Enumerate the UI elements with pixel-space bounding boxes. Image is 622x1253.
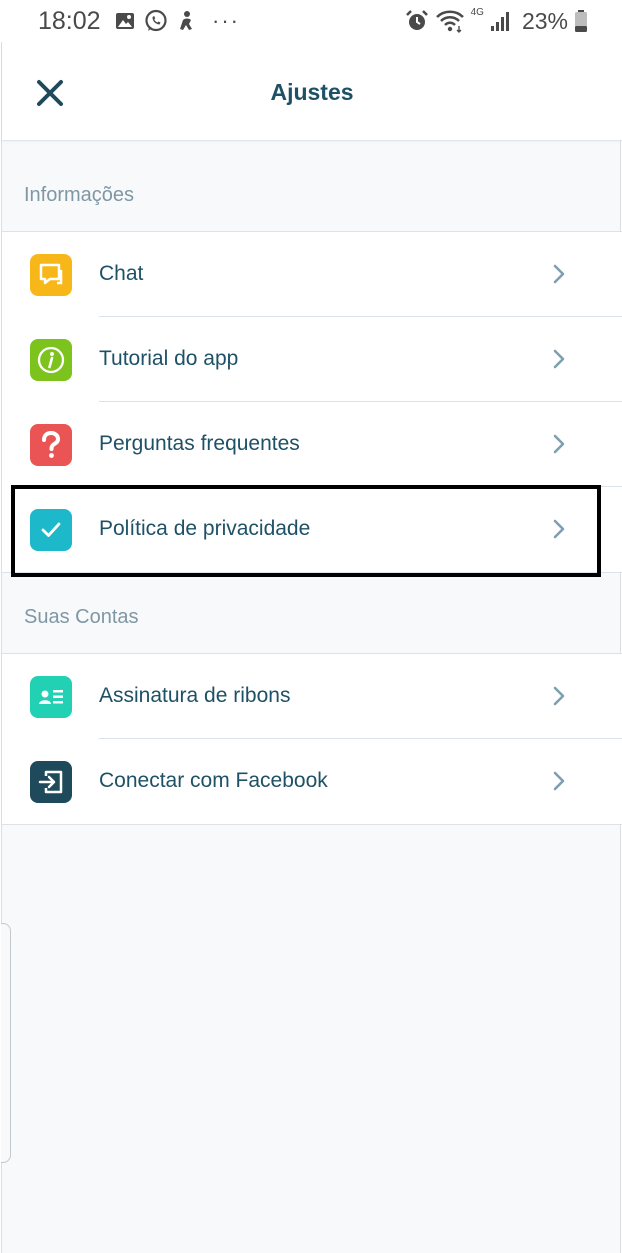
informacoes-group: Chat Tutorial do app Perguntas frequente… (2, 231, 622, 573)
app-header: Ajustes (2, 42, 622, 141)
question-icon (30, 424, 72, 466)
wifi-icon (435, 10, 464, 33)
section-label-informacoes: Informações (24, 184, 135, 206)
image-icon (116, 13, 134, 29)
info-icon (30, 339, 72, 381)
settings-item-label: Tutorial do app (99, 347, 239, 370)
system-icons: 4G 23% (405, 7, 588, 34)
settings-item-label: Chat (99, 262, 144, 285)
settings-item-subscription[interactable]: Assinatura de ribons (2, 654, 622, 739)
battery-icon (575, 10, 587, 32)
settings-item-label: Assinatura de ribons (99, 684, 291, 707)
settings-screen: Ajustes Informações Chat Tutorial do app… (1, 42, 622, 1253)
check-icon (30, 509, 72, 551)
settings-item-label: Perguntas frequentes (99, 432, 300, 455)
settings-item-connect-facebook[interactable]: Conectar com Facebook (2, 739, 622, 824)
status-time: 18:02 (38, 7, 101, 35)
settings-item-faq[interactable]: Perguntas frequentes (2, 402, 622, 487)
chat-icon (30, 254, 72, 296)
settings-item-chat[interactable]: Chat (2, 232, 622, 317)
alarm-icon (405, 10, 428, 30)
notification-icons: ··· (115, 9, 240, 33)
edge-panel-handle[interactable] (1, 923, 11, 1163)
battery-percentage: 23% (521, 7, 568, 34)
page-title: Ajustes (270, 79, 354, 105)
settings-item-label: Conectar com Facebook (99, 769, 328, 792)
chevron-right-icon (553, 264, 565, 284)
signal-icon (490, 12, 509, 31)
id-card-icon (30, 676, 72, 718)
chevron-right-icon (553, 434, 565, 454)
network-type: 4G (470, 7, 484, 18)
settings-item-label: Política de privacidade (99, 517, 311, 540)
section-label-suas-contas: Suas Contas (24, 606, 139, 628)
fitness-icon (180, 11, 192, 30)
settings-item-tutorial[interactable]: Tutorial do app (2, 317, 622, 402)
suas-contas-group: Assinatura de ribons Conectar com Facebo… (2, 653, 622, 825)
whatsapp-icon (145, 9, 167, 32)
chevron-right-icon (553, 771, 565, 791)
more-notifications: ··· (212, 8, 240, 33)
login-icon (30, 761, 72, 803)
status-bar: 18:02 ··· 4G 23% (0, 0, 622, 42)
chevron-right-icon (553, 686, 565, 706)
chevron-right-icon (553, 519, 565, 539)
settings-item-privacy-policy[interactable]: Política de privacidade (2, 487, 622, 572)
chevron-right-icon (553, 349, 565, 369)
